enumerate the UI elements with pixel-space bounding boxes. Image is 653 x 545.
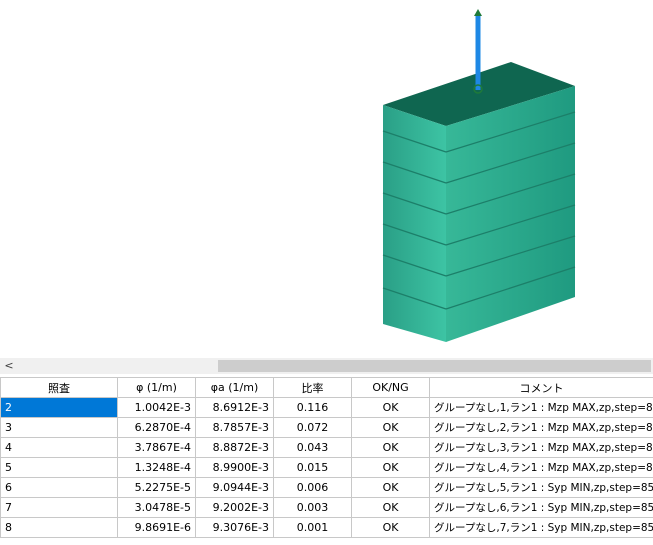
cell-comment[interactable]: グループなし,5,ラン1 : Syp MIN,zp,step=852 [429,477,653,498]
col-header-ratio[interactable]: 比率 [273,377,352,398]
table-row[interactable]: 6 5.2275E-5 9.0944E-3 0.006 OK グループなし,5,… [0,477,653,498]
table-row[interactable]: 5 1.3248E-4 8.9900E-3 0.015 OK グループなし,4,… [0,457,653,478]
cell-ratio[interactable]: 0.003 [273,497,352,518]
cell-okng[interactable]: OK [351,457,430,478]
axis-arrow-icon [474,9,482,16]
cell-okng[interactable]: OK [351,497,430,518]
cell-phi-a[interactable]: 8.6912E-3 [195,397,274,418]
cell-phi[interactable]: 3.7867E-4 [117,437,196,458]
cell-check[interactable]: 6 [0,477,118,498]
cell-okng[interactable]: OK [351,417,430,438]
cell-check[interactable]: 3 [0,417,118,438]
cell-phi-a[interactable]: 8.8872E-3 [195,437,274,458]
table-header-row: 照査 φ (1/m) φa (1/m) 比率 OK/NG コメント [0,377,653,398]
cell-phi-a[interactable]: 8.7857E-3 [195,417,274,438]
side-face [446,86,575,342]
cell-phi[interactable]: 5.2275E-5 [117,477,196,498]
cell-check[interactable]: 2 [0,397,118,418]
col-header-okng[interactable]: OK/NG [351,377,430,398]
cell-ratio[interactable]: 0.015 [273,457,352,478]
cell-ratio[interactable]: 0.006 [273,477,352,498]
cell-check[interactable]: 4 [0,437,118,458]
cell-comment[interactable]: グループなし,6,ラン1 : Syp MIN,zp,step=852 [429,497,653,518]
results-table: 照査 φ (1/m) φa (1/m) 比率 OK/NG コメント 2 1.00… [0,377,653,538]
cell-comment[interactable]: グループなし,2,ラン1 : Mzp MAX,zp,step=853 [429,417,653,438]
cell-comment[interactable]: グループなし,3,ラン1 : Mzp MAX,zp,step=853 [429,437,653,458]
cell-ratio[interactable]: 0.116 [273,397,352,418]
cell-ratio[interactable]: 0.001 [273,517,352,538]
cell-phi[interactable]: 6.2870E-4 [117,417,196,438]
cell-phi[interactable]: 3.0478E-5 [117,497,196,518]
cell-check[interactable]: 5 [0,457,118,478]
col-header-check[interactable]: 照査 [0,377,118,398]
3d-model-viewport[interactable] [0,0,653,355]
table-row[interactable]: 7 3.0478E-5 9.2002E-3 0.003 OK グループなし,6,… [0,497,653,518]
col-header-phi-a[interactable]: φa (1/m) [195,377,274,398]
cell-comment[interactable]: グループなし,1,ラン1 : Mzp MAX,zp,step=854 [429,397,653,418]
scroll-left-icon[interactable]: < [2,358,16,374]
cell-phi[interactable]: 1.0042E-3 [117,397,196,418]
table-row[interactable]: 2 1.0042E-3 8.6912E-3 0.116 OK グループなし,1,… [0,397,653,418]
table-row[interactable]: 4 3.7867E-4 8.8872E-3 0.043 OK グループなし,3,… [0,437,653,458]
cell-phi-a[interactable]: 9.0944E-3 [195,477,274,498]
cell-check[interactable]: 7 [0,497,118,518]
cell-comment[interactable]: グループなし,7,ラン1 : Syp MIN,zp,step=852 [429,517,653,538]
scroll-thumb[interactable] [218,360,651,372]
cell-comment[interactable]: グループなし,4,ラン1 : Mzp MAX,zp,step=852 [429,457,653,478]
horizontal-scrollbar[interactable]: < [0,358,653,374]
cell-phi-a[interactable]: 8.9900E-3 [195,457,274,478]
cell-ratio[interactable]: 0.043 [273,437,352,458]
table-row[interactable]: 8 9.8691E-6 9.3076E-3 0.001 OK グループなし,7,… [0,517,653,538]
col-header-phi[interactable]: φ (1/m) [117,377,196,398]
cell-okng[interactable]: OK [351,437,430,458]
cell-check[interactable]: 8 [0,517,118,538]
cell-phi-a[interactable]: 9.2002E-3 [195,497,274,518]
table-row[interactable]: 3 6.2870E-4 8.7857E-3 0.072 OK グループなし,2,… [0,417,653,438]
cell-ratio[interactable]: 0.072 [273,417,352,438]
cell-okng[interactable]: OK [351,517,430,538]
cell-okng[interactable]: OK [351,477,430,498]
building-model [382,9,576,342]
cell-okng[interactable]: OK [351,397,430,418]
col-header-comment[interactable]: コメント [429,377,653,398]
cell-phi[interactable]: 1.3248E-4 [117,457,196,478]
cell-phi[interactable]: 9.8691E-6 [117,517,196,538]
cell-phi-a[interactable]: 9.3076E-3 [195,517,274,538]
